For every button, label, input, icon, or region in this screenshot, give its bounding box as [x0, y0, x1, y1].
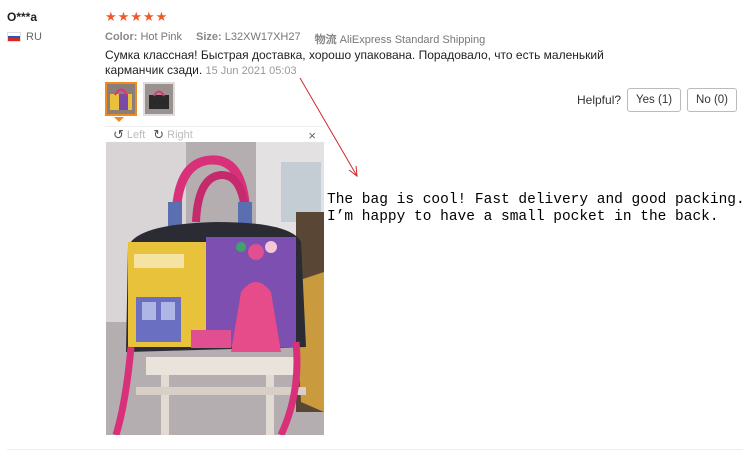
- russia-flag-icon: [7, 32, 21, 42]
- review-body: Сумка классная! Быстрая доставка, хорошо…: [105, 48, 660, 79]
- helpful-yes-button[interactable]: Yes (1): [627, 88, 682, 112]
- star-icon: ★: [117, 9, 130, 24]
- rotate-right-icon: ↻: [153, 127, 165, 142]
- attr-size: Size: L32XW17XH27: [196, 31, 301, 43]
- rotate-right-button[interactable]: ↻ Right: [153, 127, 193, 143]
- reviewer-name: O***a: [7, 10, 38, 24]
- rotate-left-button[interactable]: ↺ Left: [113, 127, 145, 143]
- star-icon: ★: [130, 9, 142, 24]
- review-text: Сумка классная! Быстрая доставка, хорошо…: [105, 48, 604, 77]
- order-attributes: Color: Hot Pink Size: L32XW17XH27 物流 Ali…: [105, 31, 485, 47]
- helpful-controls: Helpful? Yes (1) No (0): [577, 88, 737, 112]
- translation-annotation: The bag is cool! Fast delivery and good …: [327, 192, 745, 225]
- review-thumbnails: [105, 82, 175, 116]
- review-divider: [7, 449, 743, 450]
- country-code: RU: [26, 31, 42, 43]
- attr-color: Color: Hot Pink: [105, 31, 183, 43]
- image-viewer-toolbar: ↺ Left ↻ Right ×: [105, 126, 324, 143]
- helpful-no-button[interactable]: No (0): [687, 88, 737, 112]
- reviewer-country: RU: [7, 31, 42, 43]
- attr-shipping: 物流 AliExpress Standard Shipping: [314, 34, 486, 46]
- star-icon: ★: [105, 9, 117, 24]
- close-viewer-button[interactable]: ×: [308, 128, 316, 143]
- thumbnail-1[interactable]: [105, 82, 137, 116]
- review-date: 15 Jun 2021 05:03: [205, 65, 297, 77]
- helpful-label: Helpful?: [577, 93, 622, 107]
- star-rating: ★ ★ ★ ★ ★: [105, 10, 167, 23]
- rotate-left-icon: ↺: [113, 127, 124, 142]
- review-photo: [106, 142, 324, 435]
- thumbnail-2[interactable]: [143, 82, 175, 116]
- active-thumbnail-indicator: [114, 117, 124, 122]
- star-icon: ★: [155, 9, 168, 24]
- star-icon: ★: [142, 9, 155, 24]
